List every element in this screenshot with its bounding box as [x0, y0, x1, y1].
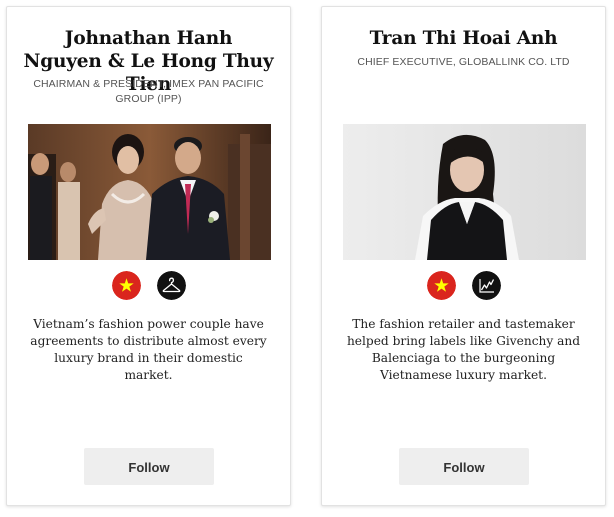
vietnam-flag-icon: [426, 271, 456, 300]
follow-button[interactable]: Follow: [84, 448, 214, 485]
profile-icons: [322, 271, 605, 303]
profile-description: The fashion retailer and tastemaker help…: [346, 317, 581, 382]
couple-photo: [28, 124, 271, 260]
profile-title: CHIEF EXECUTIVE, GLOBALLINK CO. LTD: [357, 56, 570, 68]
vietnam-flag-icon: [111, 271, 141, 300]
profile-card: Johnathan Hanh Nguyen & Le Hong Thuy Tie…: [6, 6, 291, 506]
trend-chart-icon: [471, 271, 501, 300]
profile-card: Tran Thi Hoai Anh CHIEF EXECUTIVE, GLOBA…: [321, 6, 606, 506]
profile-name: Tran Thi Hoai Anh: [369, 28, 558, 49]
profile-title: CHAIRMAN & PRESIDENT, IMEX PAN PACIFIC G…: [33, 78, 264, 105]
follow-button[interactable]: Follow: [399, 448, 529, 485]
profile-description: Vietnam’s fashion power couple have agre…: [30, 317, 267, 382]
profile-icons: [7, 271, 290, 303]
hanger-icon: [156, 271, 186, 300]
portrait-photo: [343, 124, 586, 260]
